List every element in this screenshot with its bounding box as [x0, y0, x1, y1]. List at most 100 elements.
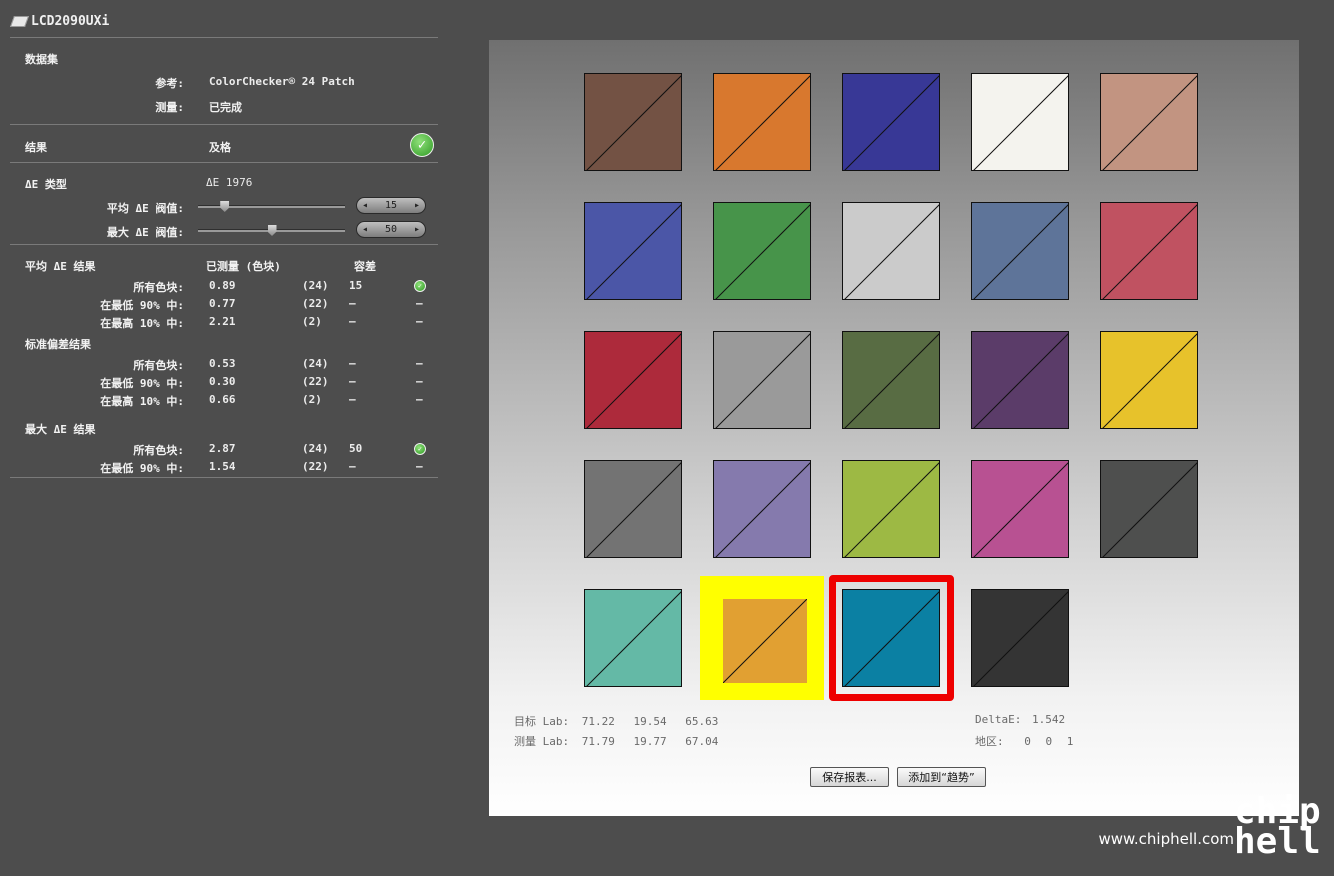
patch-diagonal — [844, 333, 939, 428]
max-threshold-stepper[interactable]: ◂ 50 ▸ — [356, 221, 426, 238]
row-label: 所有色块: — [133, 281, 184, 294]
color-patch[interactable] — [584, 202, 682, 300]
window-title-text: LCD2090UXi — [31, 14, 110, 29]
delta-e-value: 1.542 — [1031, 713, 1066, 726]
color-patch[interactable] — [842, 202, 940, 300]
row-value: 0.30 — [209, 375, 236, 388]
increment-arrow-icon[interactable]: ▸ — [414, 224, 420, 235]
row-status-dash: – — [416, 297, 423, 310]
watermark-url: www.chiphell.com — [1098, 830, 1234, 848]
row-value: 0.77 — [209, 297, 236, 310]
avg-threshold-stepper[interactable]: ◂ 15 ▸ — [356, 197, 426, 214]
row-label: 所有色块: — [133, 359, 184, 372]
color-patch[interactable] — [1100, 460, 1198, 558]
color-patch[interactable] — [842, 73, 940, 171]
row-tolerance: – — [349, 315, 356, 328]
color-patch[interactable] — [584, 589, 682, 687]
patch-diagonal — [844, 591, 939, 686]
color-patch[interactable] — [1100, 202, 1198, 300]
color-patch[interactable] — [971, 589, 1069, 687]
color-patch[interactable] — [713, 202, 811, 300]
target-b: 65.63 — [685, 715, 719, 728]
pass-check-icon: ✓ — [414, 280, 426, 292]
patch-diagonal — [973, 462, 1068, 557]
color-patch[interactable] — [584, 73, 682, 171]
patch-diagonal — [844, 204, 939, 299]
color-patch[interactable] — [971, 331, 1069, 429]
patch-diagonal — [715, 75, 810, 170]
pass-check-icon: ✓ — [414, 443, 426, 455]
increment-arrow-icon[interactable]: ▸ — [414, 200, 420, 211]
row-tolerance: – — [349, 297, 356, 310]
dataset-heading: 数据集 — [25, 53, 58, 66]
row-status-dash: – — [416, 315, 423, 328]
row-value: 0.66 — [209, 393, 236, 406]
patch-diagonal — [1102, 75, 1197, 170]
measured-l: 71.79 — [581, 735, 615, 748]
row-count: (22) — [302, 297, 329, 310]
row-status-dash: – — [416, 393, 423, 406]
save-report-button[interactable]: 保存报表... — [810, 767, 889, 787]
color-patch[interactable] — [971, 202, 1069, 300]
display-icon — [9, 16, 30, 27]
patch-diagonal — [1102, 462, 1197, 557]
color-patch[interactable] — [971, 460, 1069, 558]
window-title: LCD2090UXi — [9, 14, 110, 29]
row-count: (22) — [302, 375, 329, 388]
patch-diagonal — [586, 333, 681, 428]
color-patch[interactable] — [842, 460, 940, 558]
target-l: 71.22 — [581, 715, 615, 728]
color-patch[interactable] — [584, 331, 682, 429]
row-value: 2.21 — [209, 315, 236, 328]
patch-diagonal — [586, 75, 681, 170]
patch-diagonal — [586, 591, 681, 686]
tolerance-column-header: 容差 — [354, 260, 376, 273]
row-tolerance: 15 — [349, 279, 363, 292]
color-patch[interactable] — [713, 73, 811, 171]
stepper-value: 15 — [384, 200, 398, 211]
divider — [10, 124, 438, 125]
patch-diagonal — [1102, 333, 1197, 428]
color-patch[interactable] — [713, 331, 811, 429]
target-lab-label: 目标 Lab: — [514, 715, 570, 728]
divider — [10, 477, 438, 478]
row-count: (24) — [302, 442, 329, 455]
reference-label: 参考: — [155, 77, 184, 90]
decrement-arrow-icon[interactable]: ◂ — [362, 224, 368, 235]
decrement-arrow-icon[interactable]: ◂ — [362, 200, 368, 211]
row-value: 2.87 — [209, 442, 236, 455]
measured-b: 67.04 — [685, 735, 719, 748]
color-patch[interactable] — [584, 460, 682, 558]
divider — [10, 37, 438, 38]
color-patch[interactable] — [713, 460, 811, 558]
measured-lab-label: 测量 Lab: — [514, 735, 570, 748]
color-patch[interactable] — [842, 589, 940, 687]
row-label: 在最高 10% 中: — [100, 317, 184, 330]
color-patch[interactable] — [723, 599, 807, 683]
measured-lab-readout: 测量 Lab: 71.79 19.77 67.04 — [514, 733, 718, 749]
color-patch[interactable] — [842, 331, 940, 429]
stepper-value: 50 — [384, 224, 398, 235]
patch-diagonal — [973, 75, 1068, 170]
row-status-dash: – — [416, 357, 423, 370]
row-value: 0.53 — [209, 357, 236, 370]
color-patch[interactable] — [971, 73, 1069, 171]
patch-diagonal — [715, 204, 810, 299]
row-count: (22) — [302, 460, 329, 473]
patch-diagonal — [844, 462, 939, 557]
row-label: 在最低 90% 中: — [100, 299, 184, 312]
patch-diagonal — [715, 462, 810, 557]
region-label: 地区: — [975, 735, 1004, 748]
delta-type-value[interactable]: ΔE 1976 — [206, 176, 252, 189]
max-results-heading: 最大 ΔE 结果 — [25, 423, 96, 436]
std-results-heading: 标准偏差结果 — [25, 338, 91, 351]
color-patch[interactable] — [1100, 73, 1198, 171]
color-patch[interactable] — [1100, 331, 1198, 429]
avg-threshold-label: 平均 ΔE 阀值: — [106, 202, 184, 215]
slider-knob[interactable] — [220, 201, 230, 212]
slider-knob[interactable] — [267, 225, 277, 236]
patch-diagonal — [973, 333, 1068, 428]
patch-panel: 目标 Lab: 71.22 19.54 65.63 测量 Lab: 71.79 … — [489, 40, 1299, 816]
add-to-trend-button[interactable]: 添加到“趋势” — [897, 767, 986, 787]
slider-track[interactable] — [198, 205, 345, 208]
